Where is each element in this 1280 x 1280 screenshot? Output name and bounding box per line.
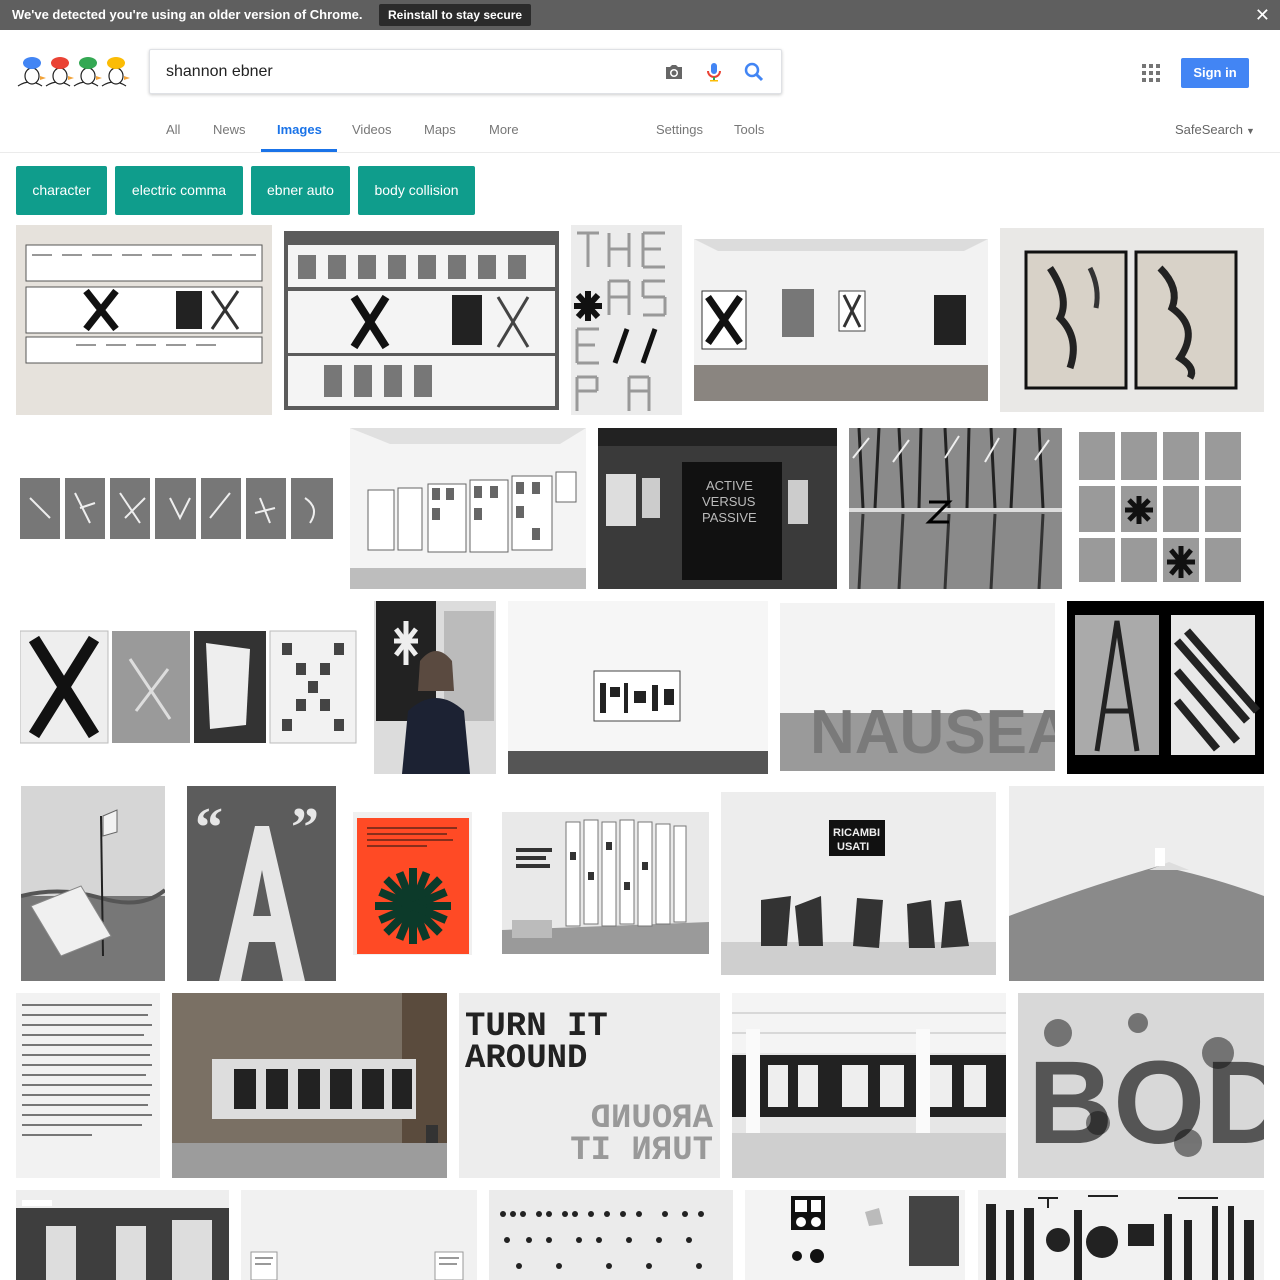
artwork-text-ricambi: RICAMBI [833,827,880,839]
image-result[interactable] [1009,786,1264,981]
tab-all[interactable]: All [166,122,180,137]
apps-grid-icon[interactable] [1142,64,1160,82]
chip-ebner-auto[interactable]: ebner auto [251,166,350,215]
search-tabs: All News Images Videos Maps More Setting… [0,110,1280,153]
image-result[interactable]: “ ” [187,786,336,981]
image-result[interactable] [21,786,165,981]
google-doodle-logo[interactable] [16,52,132,92]
image-result[interactable] [20,629,358,745]
reinstall-button[interactable]: Reinstall to stay secure [379,4,532,26]
image-result[interactable] [1077,430,1260,585]
tab-settings[interactable]: Settings [656,122,703,137]
search-icon[interactable] [742,60,766,84]
artwork-text-around: AROUND [465,1040,587,1078]
image-result[interactable] [732,993,1006,1178]
tab-more[interactable]: More [489,122,519,137]
tab-images[interactable]: Images [277,122,322,137]
image-result[interactable] [694,239,988,401]
image-result[interactable] [353,812,472,955]
artwork-text-versus: VERSUS [702,494,756,509]
search-input[interactable] [166,62,646,82]
tab-tools[interactable]: Tools [734,122,764,137]
image-result[interactable] [284,231,559,410]
image-result[interactable] [350,428,586,589]
image-result[interactable] [20,478,333,539]
safesearch-label: SafeSearch [1175,122,1243,137]
image-result[interactable] [16,993,160,1178]
tab-news[interactable]: News [213,122,246,137]
image-result[interactable]: TURN IT AROUND AROUND TURN IT [459,993,720,1178]
artwork-text-turn-it-mirrored: TURN IT [570,1132,713,1170]
image-result[interactable] [978,1190,1264,1280]
image-result[interactable]: NAUSEA [780,603,1055,771]
safesearch-dropdown[interactable]: SafeSearch ▼ [1175,122,1255,137]
closing-quote-mark: ” [291,797,319,859]
image-result[interactable] [16,225,272,415]
image-result[interactable] [745,1190,965,1280]
image-result[interactable] [489,1190,733,1280]
sign-in-button[interactable]: Sign in [1181,58,1249,88]
chip-character[interactable]: character [16,166,107,215]
image-result[interactable] [1000,228,1264,412]
microphone-icon[interactable] [702,60,726,84]
image-result[interactable] [849,428,1062,589]
banner-message: We've detected you're using an older ver… [12,7,363,22]
tab-maps[interactable]: Maps [424,122,456,137]
active-tab-indicator [261,149,337,152]
artwork-text-active: ACTIVE [706,478,753,493]
search-box[interactable] [149,49,782,94]
image-result[interactable] [571,225,682,415]
image-result[interactable] [16,1190,229,1280]
update-banner: We've detected you're using an older ver… [0,0,1280,30]
tab-videos[interactable]: Videos [352,122,392,137]
image-result[interactable]: RICAMBI USATI [721,792,996,975]
chip-electric-comma[interactable]: electric comma [115,166,243,215]
image-result[interactable] [241,1190,477,1280]
chip-body-collision[interactable]: body collision [358,166,475,215]
image-result[interactable] [172,993,447,1178]
artwork-text-passive: PASSIVE [702,510,757,525]
artwork-text-nausea: NAUSEA [810,698,1055,767]
image-result[interactable]: ACTIVE VERSUS PASSIVE [598,428,837,589]
caret-down-icon: ▼ [1245,126,1255,136]
image-result[interactable] [1067,601,1264,774]
image-result[interactable] [502,812,709,954]
image-result[interactable]: BODY [1018,993,1264,1178]
camera-icon[interactable] [662,60,686,84]
opening-quote-mark: “ [195,797,223,859]
image-result[interactable] [508,601,768,774]
artwork-text-usati: USATI [837,841,869,853]
close-icon[interactable]: ✕ [1255,5,1270,25]
image-result[interactable] [374,601,496,774]
